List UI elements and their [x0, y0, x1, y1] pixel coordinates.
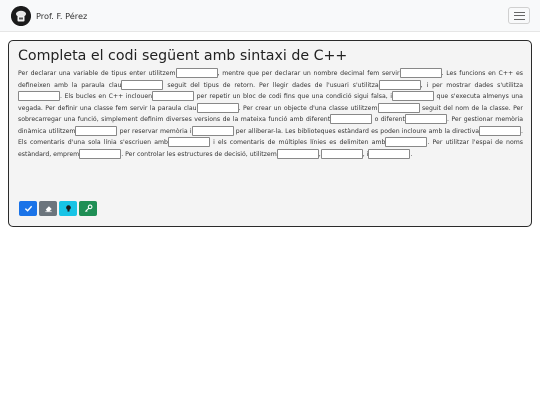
exercise-text-segment: Per declarar una variable de tipus enter…	[18, 70, 176, 77]
answer-input-5[interactable]	[18, 91, 60, 101]
answer-input-8[interactable]	[196, 102, 239, 113]
answer-input-12[interactable]	[75, 125, 118, 136]
exercise-text-segment: per alliberar-la. Les biblioteques estàn…	[233, 127, 480, 135]
answer-input-14[interactable]	[479, 125, 522, 136]
answer-input-9[interactable]	[377, 102, 420, 113]
avatar	[11, 5, 31, 26]
answer-input-3[interactable]	[121, 79, 164, 90]
answer-input-11[interactable]	[405, 114, 447, 124]
professor-avatar-icon	[11, 5, 31, 26]
hint-button[interactable]	[59, 201, 77, 216]
check-icon	[24, 205, 32, 212]
answer-input-13[interactable]	[191, 125, 234, 136]
top-navbar: Prof. F. Pérez	[0, 0, 540, 32]
exercise-text-segment: seguit del tipus de retorn. Per llegir d…	[163, 81, 379, 89]
exercise-card: Completa el codi següent amb sintaxi de …	[8, 40, 532, 227]
lightbulb-icon	[65, 205, 71, 212]
answer-input-19[interactable]	[320, 148, 363, 159]
answer-input-2[interactable]	[399, 68, 442, 78]
check-button[interactable]	[19, 201, 37, 216]
exercise-text-segment: .	[410, 150, 413, 158]
answer-input-18[interactable]	[276, 148, 319, 159]
erase-button[interactable]	[39, 201, 57, 216]
answer-input-15[interactable]	[167, 137, 210, 147]
menu-toggle-button[interactable]	[508, 7, 530, 24]
action-buttons	[19, 201, 97, 216]
eraser-icon	[44, 206, 52, 213]
brand[interactable]: Prof. F. Pérez	[11, 5, 88, 26]
exercise-text: Per declarar una variable de tipus enter…	[18, 68, 523, 160]
exercise-text-segment: per repetir un bloc de codi fins que una…	[194, 93, 392, 100]
exercise-text-segment: , mentre que per declarar un nombre deci…	[217, 70, 400, 77]
exercise-text-segment: . Per crear un objecte d'una classe util…	[238, 104, 378, 112]
answer-input-20[interactable]	[368, 148, 411, 159]
brand-name: Prof. F. Pérez	[36, 10, 88, 21]
answer-input-6[interactable]	[152, 91, 195, 101]
hamburger-icon	[513, 11, 525, 13]
answer-input-7[interactable]	[391, 91, 434, 101]
answer-input-17[interactable]	[79, 148, 122, 159]
exercise-text-segment: o diferent	[372, 116, 405, 123]
answer-input-16[interactable]	[385, 137, 428, 147]
exercise-text-segment: i els comentaris de múltiples línies es …	[209, 139, 386, 146]
answer-input-1[interactable]	[175, 68, 218, 78]
exercise-text-segment: . Per controlar les estructures de decis…	[121, 150, 277, 158]
exercise-text-segment: , i per mostrar dades s'utilitza	[420, 81, 523, 89]
key-icon	[84, 204, 92, 212]
exercise-text-segment: per reservar memòria i	[117, 127, 192, 135]
solution-button[interactable]	[79, 201, 97, 216]
exercise-title: Completa el codi següent amb sintaxi de …	[18, 48, 348, 64]
answer-input-10[interactable]	[330, 114, 373, 124]
answer-input-4[interactable]	[378, 79, 421, 90]
exercise-text-segment: . Els bucles en C++ inclouen	[60, 93, 153, 100]
